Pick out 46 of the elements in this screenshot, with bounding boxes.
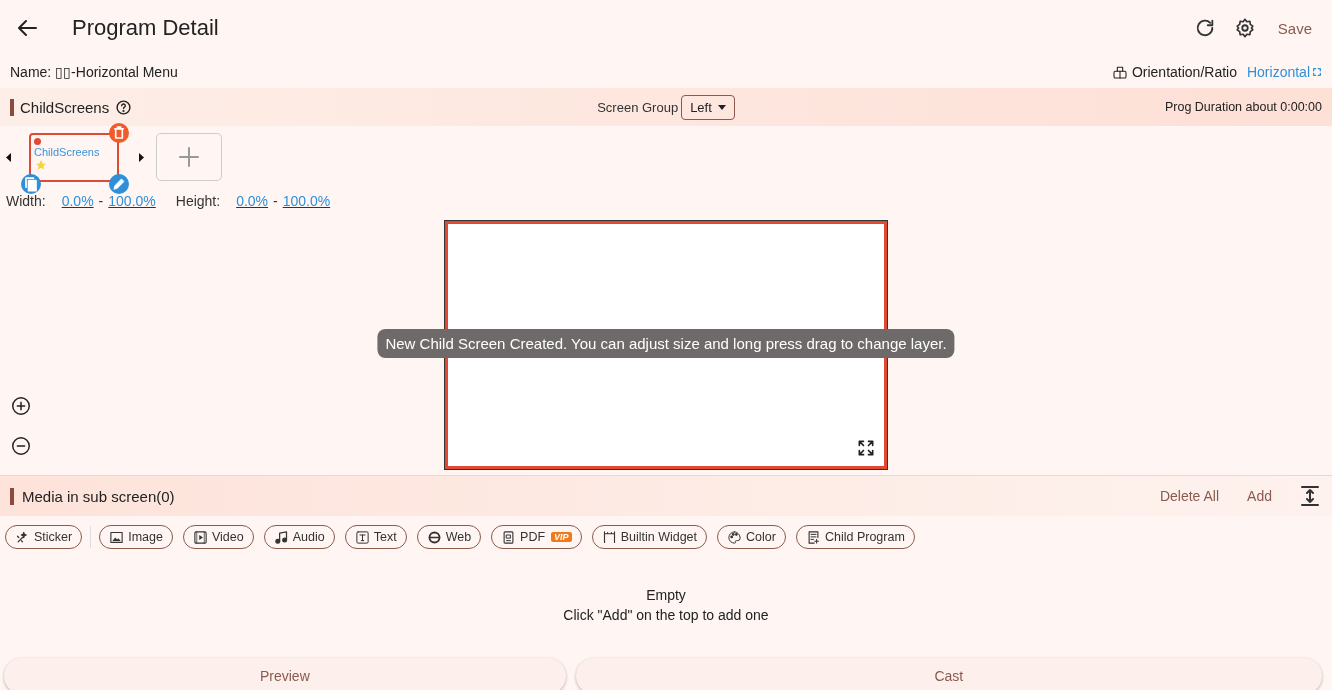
sticker-icon — [15, 529, 30, 545]
vip-badge: VIP — [551, 532, 572, 542]
add-button[interactable]: Add — [1243, 484, 1276, 508]
toast-message: New Child Screen Created. You can adjust size and long press drag to change layer. — [377, 329, 955, 358]
expand-icon — [1312, 67, 1322, 77]
empty-title: Empty — [646, 587, 686, 603]
width-label: Width: — [6, 193, 46, 209]
height-label: Height: — [175, 193, 221, 209]
screen-group-dropdown[interactable]: Left — [681, 94, 735, 120]
document-icon — [501, 529, 517, 545]
range-separator: - — [273, 193, 278, 209]
previous-arrow-icon[interactable] — [6, 152, 11, 162]
palette-icon — [727, 529, 743, 545]
program-duration: Prog Duration about 0:00:00 — [1164, 100, 1322, 114]
resize-height-icon[interactable] — [1298, 484, 1322, 508]
caret-icon — [717, 104, 726, 110]
section-title: ChildScreens — [20, 98, 110, 116]
orientation-icon — [1111, 64, 1128, 80]
empty-hint: Click "Add" on the top to add one — [563, 607, 769, 623]
preview-button[interactable]: Preview — [4, 658, 566, 690]
status-dot — [34, 137, 41, 145]
zoom-out-icon[interactable] — [10, 435, 32, 457]
widget-icon — [601, 529, 617, 545]
save-button[interactable]: Save — [1273, 15, 1316, 41]
video-icon — [192, 529, 208, 545]
program-name: Name: ▯▯-Horizontal Menu — [10, 64, 179, 80]
plus-icon — [177, 145, 201, 169]
help-icon[interactable] — [115, 98, 133, 116]
zoom-in-icon[interactable] — [10, 395, 32, 417]
range-separator: - — [98, 193, 104, 209]
fullscreen-icon[interactable] — [856, 438, 876, 458]
page-title: Program Detail — [72, 15, 220, 41]
cast-button[interactable]: Cast — [575, 658, 1322, 690]
image-icon — [109, 529, 125, 545]
music-note-icon — [273, 529, 289, 545]
list-document-icon — [805, 529, 821, 545]
settings-icon[interactable] — [1233, 17, 1256, 39]
text-box-icon — [354, 529, 370, 545]
screen-group-label: Screen Group — [597, 99, 679, 115]
child-screen-label: ChildScreens — [34, 145, 100, 158]
next-arrow-icon[interactable] — [139, 152, 144, 162]
orientation-label: Orientation/Ratio — [1131, 64, 1237, 80]
add-screen-button[interactable] — [156, 133, 222, 181]
section-title: Media in sub screen(0) — [22, 487, 175, 505]
star-icon — [35, 158, 47, 171]
delete-all-button[interactable]: Delete All — [1155, 484, 1224, 508]
